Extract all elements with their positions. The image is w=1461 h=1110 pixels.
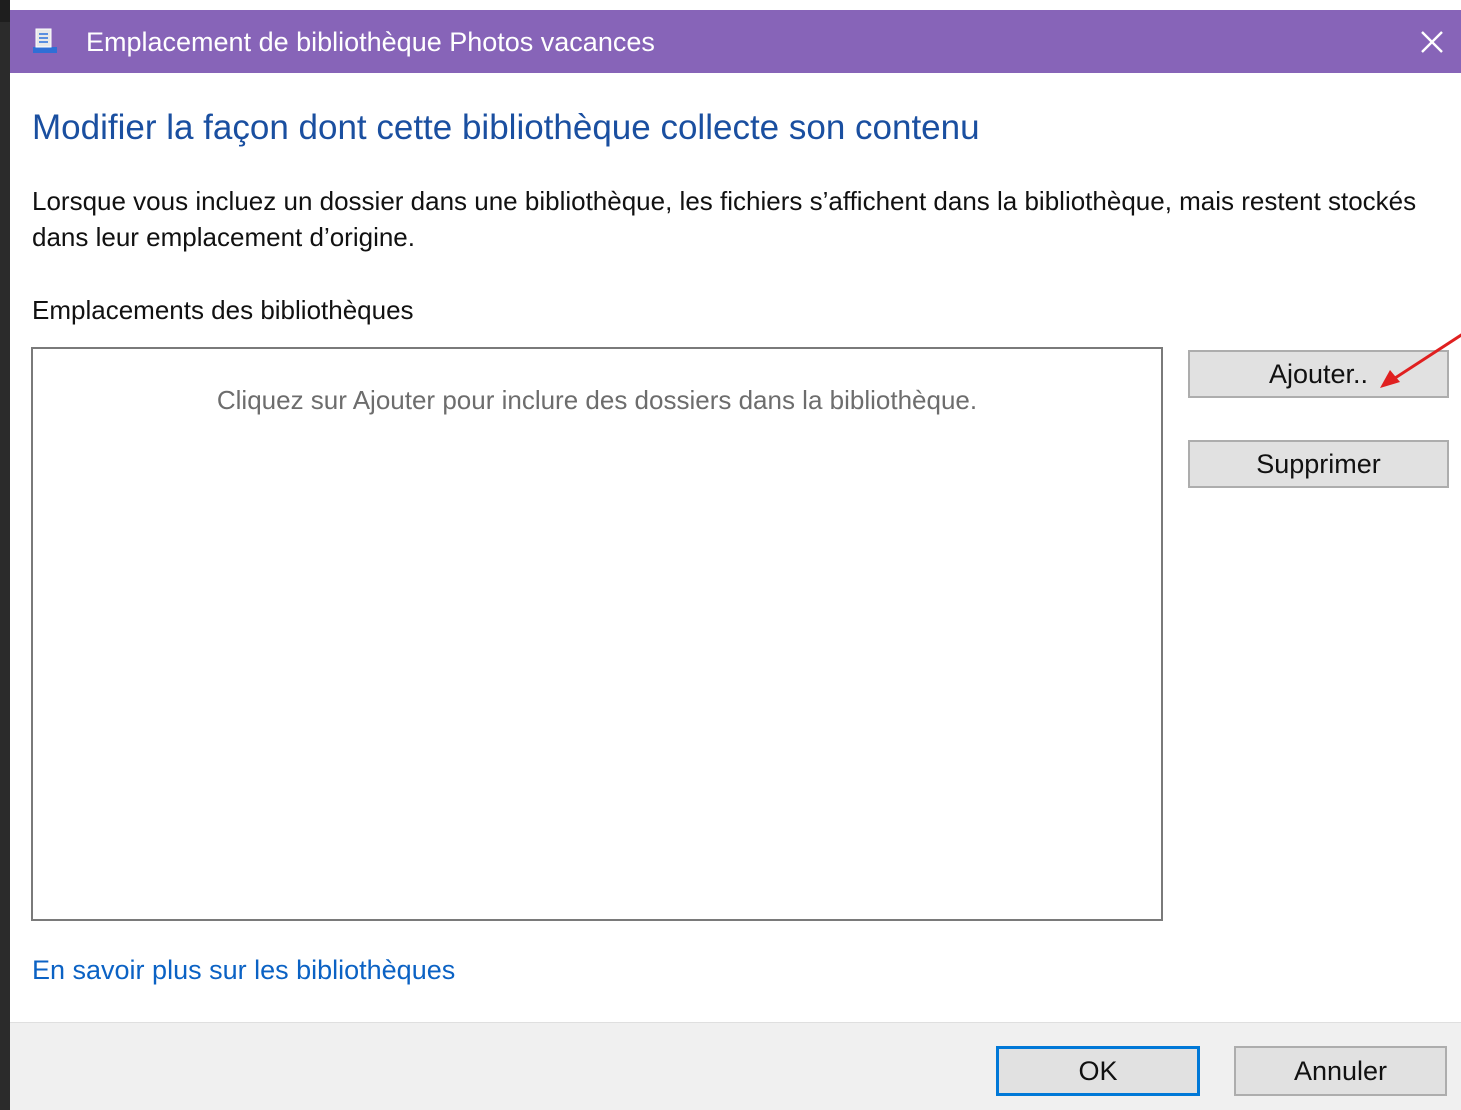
- close-icon[interactable]: [1403, 10, 1461, 73]
- remove-button[interactable]: Supprimer: [1188, 440, 1449, 488]
- dialog-description: Lorsque vous incluez un dossier dans une…: [32, 186, 1417, 252]
- library-icon: [30, 26, 60, 56]
- ok-button[interactable]: OK: [996, 1046, 1200, 1096]
- dialog-footer: OK Annuler: [10, 1022, 1461, 1110]
- title-bar: Emplacement de bibliothèque Photos vacan…: [10, 10, 1461, 73]
- window-title: Emplacement de bibliothèque Photos vacan…: [86, 27, 655, 57]
- dialog-heading: Modifier la façon dont cette bibliothèqu…: [32, 108, 980, 147]
- learn-more-link[interactable]: En savoir plus sur les bibliothèques: [32, 955, 455, 986]
- cancel-button[interactable]: Annuler: [1234, 1046, 1447, 1096]
- red-arrow-annotation: [1380, 333, 1461, 388]
- library-location-dialog: Emplacement de bibliothèque Photos vacan…: [10, 0, 1461, 1110]
- empty-list-hint: Cliquez sur Ajouter pour inclure des dos…: [216, 385, 978, 415]
- library-locations-list[interactable]: Cliquez sur Ajouter pour inclure des dos…: [31, 347, 1163, 921]
- locations-label: Emplacements des bibliothèques: [32, 295, 414, 325]
